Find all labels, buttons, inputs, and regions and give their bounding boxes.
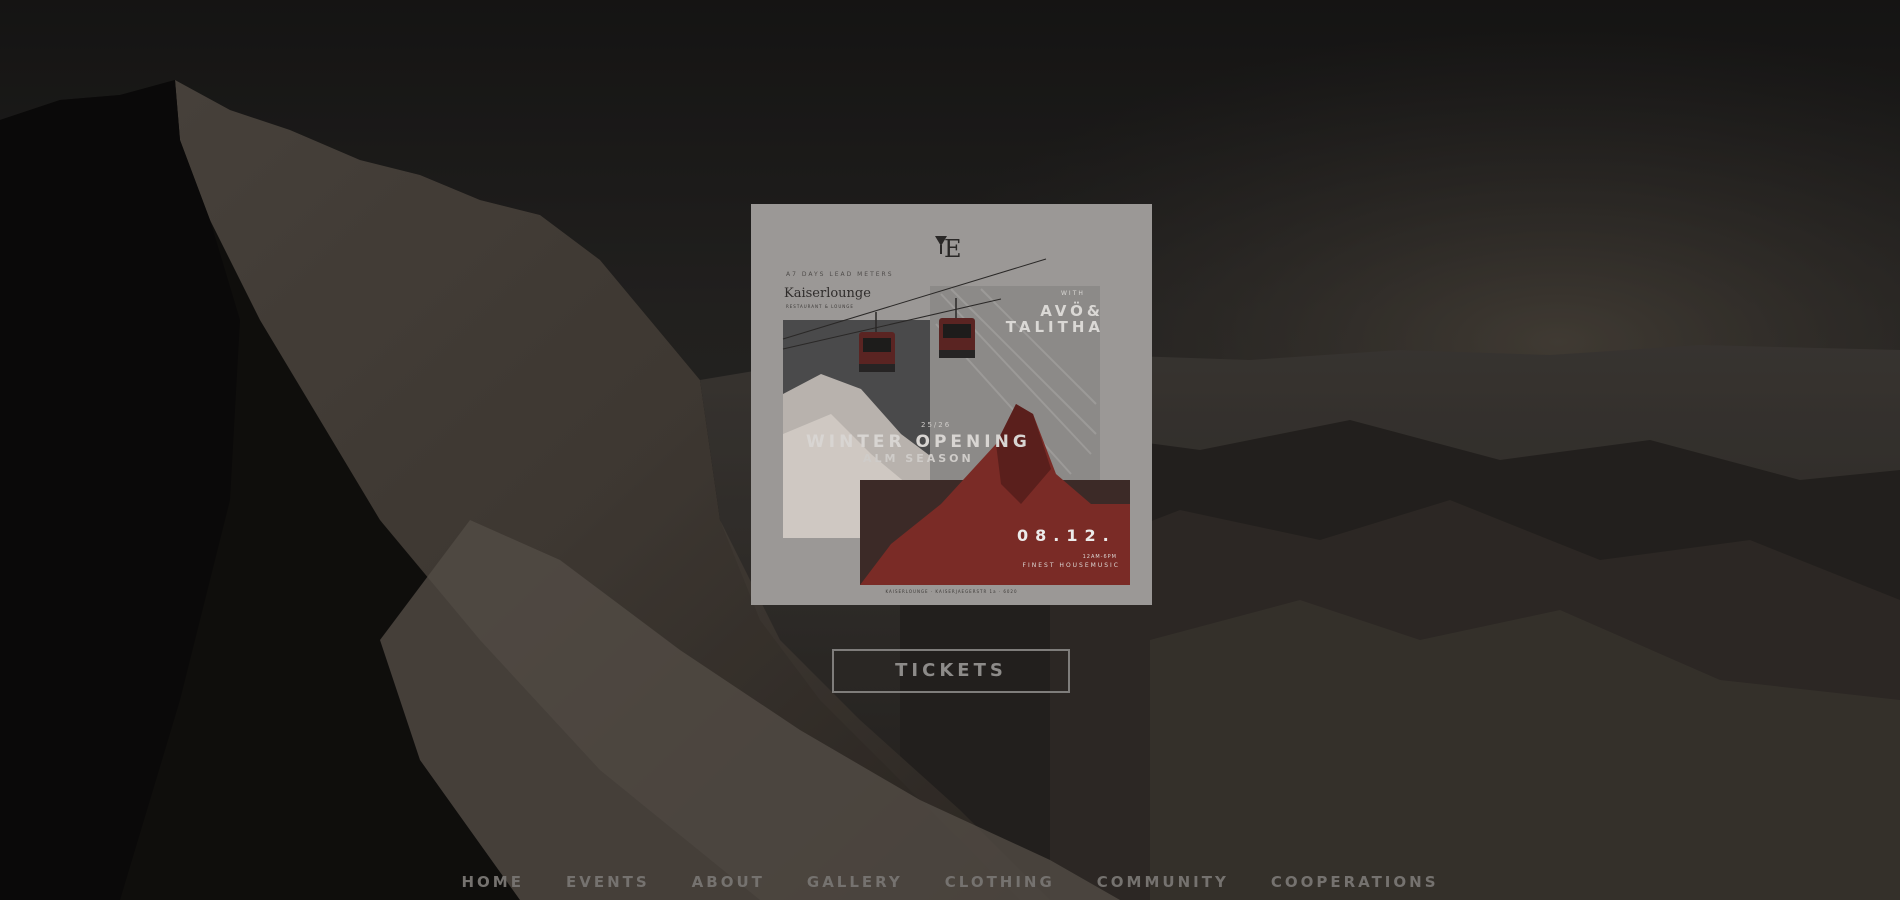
nav-item-home[interactable]: HOME bbox=[461, 870, 523, 894]
nav-item-about[interactable]: ABOUT bbox=[692, 870, 765, 894]
svg-text:E: E bbox=[944, 235, 962, 263]
main-navigation: HOME EVENTS ABOUT GALLERY CLOTHING COMMU… bbox=[0, 870, 1900, 894]
poster-address: KAISERLOUNGE · KAISERJAEGERSTR 1a · 6020 bbox=[885, 589, 1018, 594]
nav-item-cooperations[interactable]: COOPERATIONS bbox=[1271, 870, 1439, 894]
event-poster[interactable]: E A7 DAYS LEAD METERS Kaiserlounge RESTA… bbox=[751, 204, 1152, 605]
nav-item-gallery[interactable]: GALLERY bbox=[807, 870, 903, 894]
logo-mark-icon: E bbox=[935, 235, 962, 263]
poster-artist-line2: TALITHA bbox=[1005, 318, 1104, 336]
poster-venue: Kaiserlounge bbox=[784, 286, 871, 301]
poster-season-number: 25/26 bbox=[921, 421, 952, 429]
tickets-button[interactable]: TICKETS bbox=[832, 649, 1070, 693]
poster-subtitle: ALM SEASON bbox=[863, 452, 974, 465]
poster-tagline: FINEST HOUSEMUSIC bbox=[1022, 562, 1120, 569]
nav-item-events[interactable]: EVENTS bbox=[566, 870, 650, 894]
poster-time: 12AM-6PM bbox=[1082, 554, 1117, 560]
poster-venue-sub: RESTAURANT & LOUNGE bbox=[786, 304, 854, 309]
poster-kicker: A7 DAYS LEAD METERS bbox=[786, 271, 894, 278]
nav-item-community[interactable]: COMMUNITY bbox=[1097, 870, 1229, 894]
poster-with-label: WITH bbox=[1061, 290, 1085, 297]
poster-date: 08.12. bbox=[1017, 526, 1116, 545]
nav-item-clothing[interactable]: CLOTHING bbox=[945, 870, 1055, 894]
poster-title: WINTER OPENING bbox=[806, 432, 1031, 452]
